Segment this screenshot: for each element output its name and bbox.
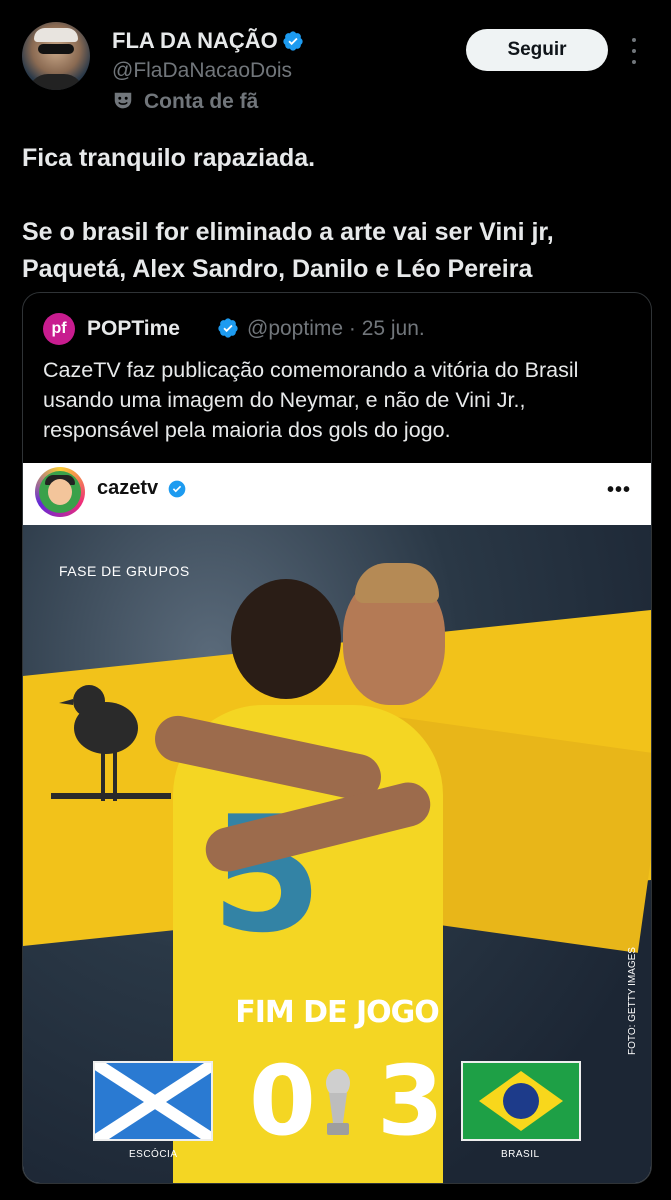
tweet-line: Se o brasil for eliminado a arte vai ser… [22, 218, 554, 283]
away-score: 3 [377, 1045, 444, 1157]
quoted-handle-date[interactable]: @poptime · 25 jun. [247, 317, 425, 341]
instagram-post-image[interactable]: cazetv ••• 5 FASE DE GRUPOS FIM DE JOGO … [23, 463, 651, 1183]
scotland-flag-icon [93, 1061, 213, 1141]
match-photo: 5 FASE DE GRUPOS FIM DE JOGO 0 3 ESCÓCIA… [23, 525, 651, 1183]
tweet-text: Fica tranquilo rapaziada. Se o brasil fo… [22, 140, 652, 288]
author-name[interactable]: FLA DA NAÇÃO [112, 28, 304, 54]
home-score: 0 [249, 1045, 316, 1157]
author-handle[interactable]: @FlaDaNacaoDois [112, 59, 292, 83]
author-avatar[interactable] [22, 22, 90, 90]
quoted-tweet[interactable]: pf POPTime @poptime · 25 jun. CazeTV faz… [22, 292, 652, 1184]
quoted-author-name[interactable]: POPTime [87, 317, 180, 341]
scoreboard: 0 3 ESCÓCIA BRASIL [23, 1053, 651, 1163]
away-team-label: BRASIL [501, 1149, 540, 1160]
bird-silhouette-icon [51, 685, 171, 801]
brazil-flag-icon [461, 1061, 581, 1141]
photo-credit: FOTO: GETTY IMAGES [627, 947, 638, 1055]
more-options-icon[interactable] [624, 38, 644, 64]
cazetv-avatar [35, 467, 85, 517]
follow-button[interactable]: Seguir [466, 29, 608, 71]
world-cup-trophy-icon [326, 1069, 350, 1135]
verified-badge-icon [283, 31, 303, 51]
instagram-username: cazetv [97, 477, 159, 499]
phase-label: FASE DE GRUPOS [59, 563, 190, 579]
player-hair [355, 563, 439, 603]
end-of-match-label: FIM DE JOGO [235, 995, 440, 1030]
player-head [231, 579, 341, 699]
theater-masks-icon [114, 92, 132, 109]
home-team-label: ESCÓCIA [129, 1149, 178, 1160]
tweet-line: Fica tranquilo rapaziada. [22, 144, 316, 172]
fan-account-label: Conta de fã [112, 90, 258, 114]
instagram-post-header: cazetv ••• [23, 463, 651, 525]
verified-badge-icon [218, 318, 238, 338]
tweet-header: FLA DA NAÇÃO @FlaDaNacaoDois Conta de fã… [0, 0, 671, 130]
quoted-tweet-text: CazeTV faz publicação comemorando a vitó… [43, 358, 579, 442]
poptime-logo[interactable]: pf [43, 313, 75, 345]
verified-badge-icon [168, 480, 186, 498]
instagram-more-icon: ••• [607, 479, 632, 501]
